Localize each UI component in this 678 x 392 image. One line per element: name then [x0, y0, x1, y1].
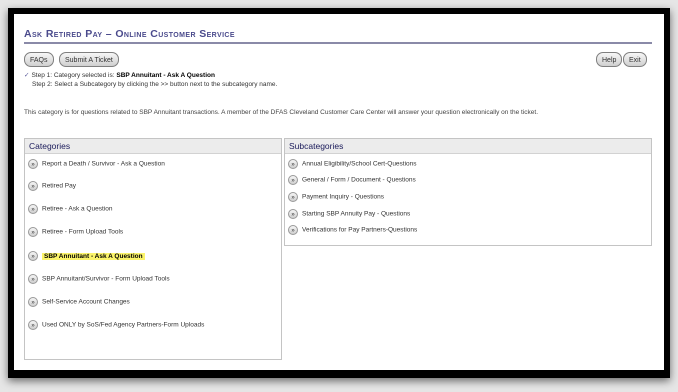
- double-chevron-right-icon[interactable]: »: [28, 181, 38, 191]
- subcategory-item: » Annual Eligibility/School Cert-Question…: [288, 159, 417, 169]
- double-chevron-right-icon[interactable]: »: [28, 159, 38, 169]
- double-chevron-right-icon[interactable]: »: [288, 225, 298, 235]
- ask-retired-pay-panel: Ask Retired Pay – Online Customer Servic…: [14, 14, 664, 370]
- double-chevron-right-icon[interactable]: »: [28, 204, 38, 214]
- category-item: » Retired Pay: [28, 181, 76, 191]
- subcategories-box: Subcategories » Annual Eligibility/School…: [284, 138, 652, 246]
- exit-button[interactable]: Exit: [623, 52, 647, 67]
- subcategory-label[interactable]: Payment Inquiry - Questions: [302, 194, 384, 201]
- category-item: » Used ONLY by SoS/Fed Agency Partners-Fo…: [28, 320, 258, 330]
- category-label[interactable]: Retiree - Form Upload Tools: [42, 229, 123, 236]
- category-description: This category is for questions related t…: [24, 109, 538, 116]
- step-1-prefix: Step 1: Category selected is:: [31, 72, 115, 79]
- checkmark-icon: ✓: [24, 72, 30, 79]
- category-item: » SBP Annuitant/Survivor - Form Upload To…: [28, 274, 170, 284]
- double-chevron-right-icon[interactable]: »: [28, 274, 38, 284]
- subcategory-item: » General / Form / Document - Questions: [288, 175, 416, 185]
- double-chevron-right-icon[interactable]: »: [28, 227, 38, 237]
- submit-ticket-button[interactable]: Submit A Ticket: [59, 52, 119, 67]
- subcategory-label[interactable]: Starting SBP Annuity Pay - Questions: [302, 211, 410, 218]
- help-button[interactable]: Help: [596, 52, 623, 67]
- page-title: Ask Retired Pay – Online Customer Servic…: [24, 28, 235, 40]
- category-item: » Retiree - Ask a Question: [28, 204, 112, 214]
- subcategory-label[interactable]: General / Form / Document - Questions: [302, 177, 416, 184]
- categories-box: Categories » Report a Death / Survivor - …: [24, 138, 282, 360]
- subcategory-label[interactable]: Verifications for Pay Partners-Questions: [302, 227, 417, 234]
- step-2: Step 2: Select a Subcategory by clicking…: [32, 80, 278, 88]
- category-label[interactable]: Used ONLY by SoS/Fed Agency Partners-For…: [42, 322, 204, 329]
- category-item: » Retiree - Form Upload Tools: [28, 227, 123, 237]
- category-label[interactable]: Retiree - Ask a Question: [42, 206, 112, 213]
- category-item: » SBP Annuitant - Ask A Question: [28, 251, 145, 261]
- double-chevron-right-icon[interactable]: »: [28, 297, 38, 307]
- double-chevron-right-icon[interactable]: »: [288, 192, 298, 202]
- double-chevron-right-icon[interactable]: »: [28, 251, 38, 261]
- step-instructions: ✓ Step 1: Category selected is: SBP Annui…: [24, 72, 277, 89]
- category-label[interactable]: Retired Pay: [42, 183, 76, 190]
- subcategory-item: » Starting SBP Annuity Pay - Questions: [288, 209, 410, 219]
- double-chevron-right-icon[interactable]: »: [28, 320, 38, 330]
- categories-heading: Categories: [25, 139, 281, 154]
- subcategories-heading: Subcategories: [285, 139, 651, 154]
- step-1-selected-category: SBP Annuitant - Ask A Question: [116, 72, 215, 79]
- double-chevron-right-icon[interactable]: »: [288, 159, 298, 169]
- category-label[interactable]: Self-Service Account Changes: [42, 299, 130, 306]
- category-item: » Self-Service Account Changes: [28, 297, 130, 307]
- step-1: ✓ Step 1: Category selected is: SBP Annui…: [24, 72, 277, 81]
- double-chevron-right-icon[interactable]: »: [288, 175, 298, 185]
- category-item: » Report a Death / Survivor - Ask a Quest…: [28, 159, 165, 169]
- subcategory-item: » Verifications for Pay Partners-Question…: [288, 225, 417, 235]
- double-chevron-right-icon[interactable]: »: [288, 209, 298, 219]
- category-label[interactable]: SBP Annuitant/Survivor - Form Upload Too…: [42, 276, 170, 283]
- faqs-button[interactable]: FAQs: [24, 52, 54, 67]
- subcategory-label[interactable]: Annual Eligibility/School Cert-Questions: [302, 161, 417, 168]
- category-label[interactable]: Report a Death / Survivor - Ask a Questi…: [42, 161, 165, 168]
- subcategory-item: » Payment Inquiry - Questions: [288, 192, 384, 202]
- category-label[interactable]: SBP Annuitant - Ask A Question: [42, 252, 145, 260]
- title-divider: [24, 42, 652, 44]
